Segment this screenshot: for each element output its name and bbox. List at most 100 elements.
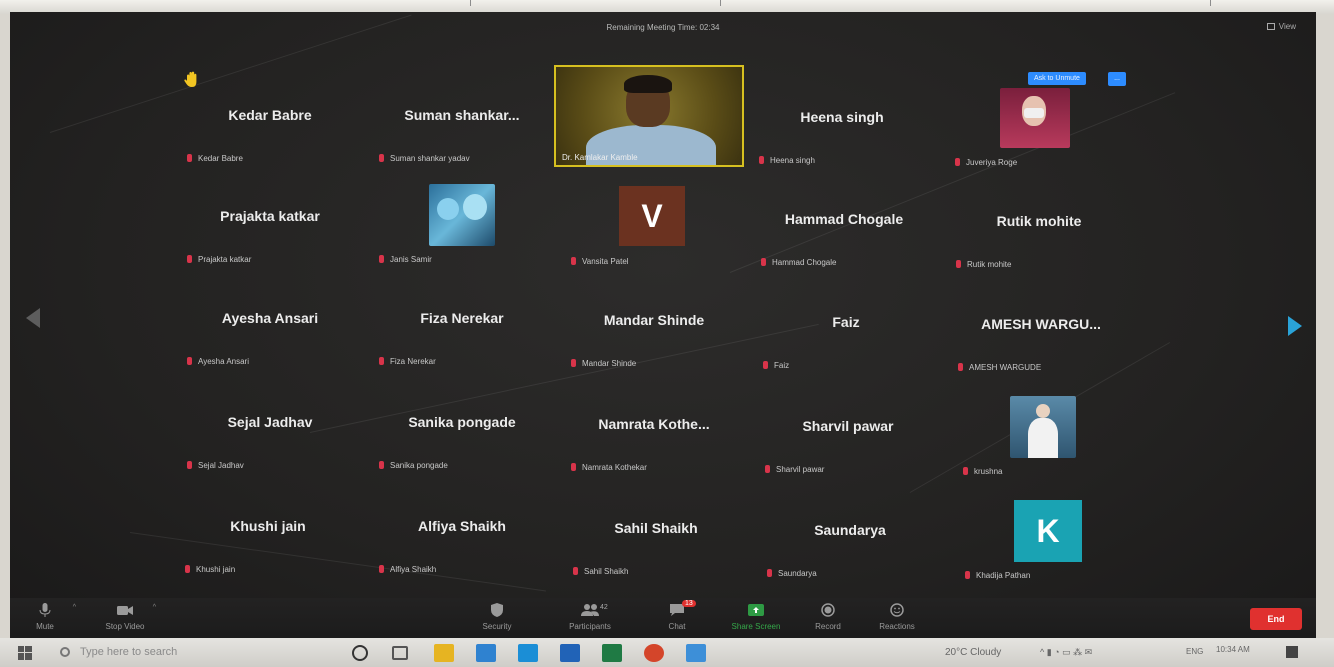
participant-tile[interactable]: Prajakta katkar Prajakta katkar bbox=[175, 170, 365, 270]
clock[interactable]: 10:34 AM bbox=[1216, 645, 1250, 654]
muted-mic-icon bbox=[379, 357, 384, 365]
chevron-up-icon: ^ bbox=[152, 604, 156, 611]
chat-button[interactable]: Chat 13 bbox=[642, 600, 712, 631]
muted-mic-icon bbox=[379, 461, 384, 469]
participant-tile[interactable]: Sanika pongade Sanika pongade bbox=[367, 376, 557, 476]
participant-tile[interactable]: Janis Samir bbox=[367, 170, 557, 270]
participant-tile[interactable]: Saundarya Saundarya bbox=[755, 484, 945, 584]
participant-label: Juveriya Roge bbox=[955, 158, 1017, 167]
participant-tile[interactable]: Faiz Faiz bbox=[751, 276, 941, 376]
zoom-app-icon[interactable] bbox=[686, 644, 706, 662]
task-view-icon[interactable] bbox=[392, 646, 408, 660]
chevron-up-icon: ^ bbox=[72, 604, 76, 611]
next-page-arrow[interactable] bbox=[1288, 316, 1302, 336]
notification-icon[interactable] bbox=[1286, 646, 1298, 658]
muted-mic-icon bbox=[958, 363, 963, 371]
meeting-toolbar: Mute ^ Stop Video ^ Security Participants … bbox=[10, 598, 1316, 642]
participant-label: Khushi jain bbox=[185, 565, 235, 574]
zoom-window: Remaining Meeting Time: 02:34 View Kedar… bbox=[10, 12, 1316, 642]
participant-tile[interactable]: Suman shankar... Suman shankar yadav bbox=[367, 69, 557, 169]
muted-mic-icon bbox=[573, 567, 578, 575]
mute-button[interactable]: Mute ^ bbox=[10, 602, 80, 631]
participant-label: Fiza Nerekar bbox=[379, 357, 436, 366]
participant-tile[interactable]: Khushi jain Khushi jain bbox=[173, 480, 363, 580]
search-icon bbox=[60, 647, 70, 657]
participant-label: Saundarya bbox=[767, 569, 817, 578]
participant-tile[interactable]: Rutik mohite Rutik mohite bbox=[944, 175, 1134, 275]
muted-mic-icon bbox=[379, 255, 384, 263]
taskbar-search-box[interactable]: Type here to search bbox=[50, 641, 340, 663]
letter-avatar: K bbox=[1014, 500, 1082, 562]
participant-tile[interactable]: Alfiya Shaikh Alfiya Shaikh bbox=[367, 480, 557, 580]
participant-tile[interactable]: Juveriya Roge bbox=[940, 73, 1130, 173]
muted-mic-icon bbox=[963, 467, 968, 475]
participant-tile[interactable]: Kedar Babre Kedar Babre bbox=[175, 69, 365, 169]
file-explorer-icon[interactable] bbox=[434, 644, 454, 662]
share-screen-button[interactable]: Share Screen bbox=[716, 602, 796, 631]
participant-tile[interactable]: krushna bbox=[948, 382, 1138, 482]
participant-tile[interactable]: Hammad Chogale Hammad Chogale bbox=[749, 173, 939, 273]
participant-label: Suman shankar yadav bbox=[379, 154, 470, 163]
word-icon[interactable] bbox=[560, 644, 580, 662]
participant-tile[interactable]: V Vansita Patel bbox=[559, 172, 749, 272]
participant-label: Rutik mohite bbox=[956, 260, 1011, 269]
active-speaker-video[interactable]: Dr. Kamlakar Kamble bbox=[554, 65, 744, 167]
muted-mic-icon bbox=[956, 260, 961, 268]
remaining-meeting-time: Remaining Meeting Time: 02:34 bbox=[606, 23, 720, 32]
participant-tile[interactable]: Ayesha Ansari Ayesha Ansari bbox=[175, 272, 365, 372]
language-indicator[interactable]: ENG bbox=[1186, 647, 1203, 656]
participants-button[interactable]: Participants 42 bbox=[550, 602, 630, 631]
participants-count: 42 bbox=[600, 604, 608, 611]
shield-icon bbox=[491, 603, 503, 617]
reactions-button[interactable]: Reactions bbox=[862, 602, 932, 631]
muted-mic-icon bbox=[571, 359, 576, 367]
end-meeting-button[interactable]: End bbox=[1250, 608, 1302, 630]
record-icon bbox=[821, 603, 835, 617]
muted-mic-icon bbox=[763, 361, 768, 369]
powerpoint-icon[interactable] bbox=[644, 644, 664, 662]
participant-tile[interactable]: Mandar Shinde Mandar Shinde bbox=[559, 274, 749, 374]
participant-label: krushna bbox=[963, 467, 1002, 476]
more-options-button[interactable]: ... bbox=[1108, 72, 1126, 86]
microphone-icon bbox=[39, 603, 51, 617]
muted-mic-icon bbox=[761, 258, 766, 266]
letter-avatar: V bbox=[619, 186, 685, 246]
participant-tile[interactable]: Namrata Kothe... Namrata Kothekar bbox=[559, 378, 749, 478]
previous-page-arrow[interactable] bbox=[26, 308, 40, 328]
participant-label: Sharvil pawar bbox=[765, 465, 824, 474]
excel-icon[interactable] bbox=[602, 644, 622, 662]
store-icon[interactable] bbox=[518, 644, 538, 662]
participant-tile[interactable]: Heena singh Heena singh bbox=[747, 71, 937, 171]
cortana-icon[interactable] bbox=[352, 645, 368, 661]
participant-label: Sejal Jadhav bbox=[187, 461, 244, 470]
muted-mic-icon bbox=[767, 569, 772, 577]
muted-mic-icon bbox=[965, 571, 970, 579]
participant-tile[interactable]: Fiza Nerekar Fiza Nerekar bbox=[367, 272, 557, 372]
participant-tile[interactable]: K Khadija Pathan bbox=[950, 486, 1140, 586]
record-button[interactable]: Record bbox=[793, 602, 863, 631]
participant-label: Dr. Kamlakar Kamble bbox=[562, 153, 638, 162]
weather-widget[interactable]: 20°C Cloudy bbox=[945, 647, 1001, 658]
participants-icon bbox=[581, 604, 599, 616]
ask-to-unmute-button[interactable]: Ask to Unmute bbox=[1028, 72, 1086, 85]
participant-tile[interactable]: Sejal Jadhav Sejal Jadhav bbox=[175, 376, 365, 476]
muted-mic-icon bbox=[571, 463, 576, 471]
security-button[interactable]: Security bbox=[462, 602, 532, 631]
view-button[interactable]: View bbox=[1266, 22, 1296, 31]
participant-tile[interactable]: Sahil Shaikh Sahil Shaikh bbox=[561, 482, 751, 582]
muted-mic-icon bbox=[765, 465, 770, 473]
stop-video-button[interactable]: Stop Video ^ bbox=[90, 602, 160, 631]
windows-start-icon[interactable] bbox=[18, 646, 32, 660]
windows-taskbar: Type here to search 20°C Cloudy ^ ▮ ◔ ▭ … bbox=[0, 638, 1334, 667]
mail-icon[interactable] bbox=[476, 644, 496, 662]
participant-label: Faiz bbox=[763, 361, 789, 370]
muted-mic-icon bbox=[185, 565, 190, 573]
participant-label: Namrata Kothekar bbox=[571, 463, 647, 472]
participant-label: Sanika pongade bbox=[379, 461, 448, 470]
share-screen-icon bbox=[748, 604, 764, 616]
participant-tile[interactable]: Sharvil pawar Sharvil pawar bbox=[753, 380, 943, 480]
system-tray-icons[interactable]: ^ ▮ ◔ ▭ ⁂ ✉ bbox=[1040, 647, 1092, 658]
participant-photo bbox=[1010, 396, 1076, 458]
participant-tile[interactable]: AMESH WARGU... AMESH WARGUDE bbox=[946, 278, 1136, 378]
muted-mic-icon bbox=[187, 461, 192, 469]
